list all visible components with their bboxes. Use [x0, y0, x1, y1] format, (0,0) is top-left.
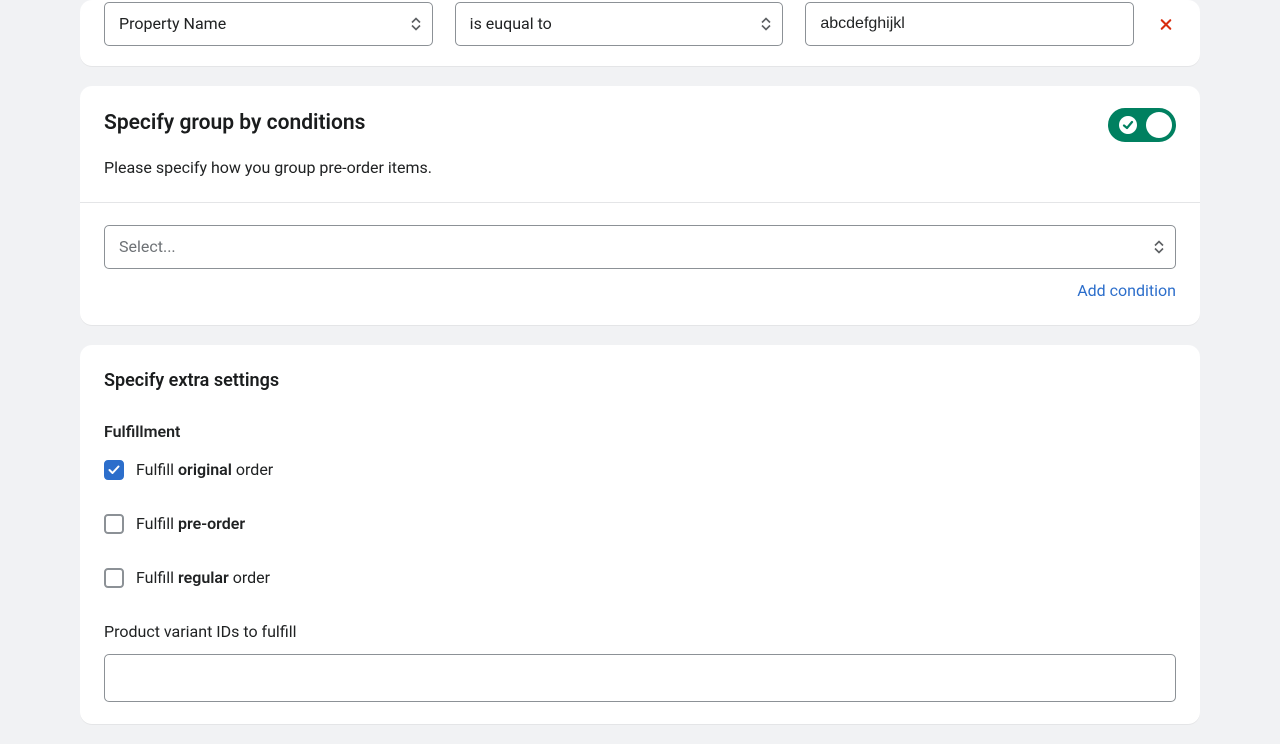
fulfill-original-label: Fulfill original order — [136, 458, 273, 482]
fulfill-preorder-label: Fulfill pre-order — [136, 512, 245, 536]
fulfill-original-row: Fulfill original order — [104, 458, 1176, 482]
group-by-description: Please specify how you group pre-order i… — [104, 156, 432, 180]
variant-ids-input[interactable] — [104, 654, 1176, 702]
remove-condition-button[interactable] — [1156, 14, 1176, 34]
close-icon — [1160, 17, 1172, 32]
extra-settings-card: Specify extra settings Fulfillment Fulfi… — [80, 345, 1200, 724]
toggle-knob — [1146, 112, 1172, 138]
add-condition-link[interactable]: Add condition — [1077, 281, 1176, 300]
filter-value-input[interactable] — [805, 2, 1134, 46]
fulfill-regular-label: Fulfill regular order — [136, 566, 270, 590]
filter-value-wrapper — [805, 2, 1134, 46]
filter-card: Property Name is euqual to — [80, 0, 1200, 66]
group-by-select[interactable]: Select... — [104, 225, 1176, 269]
check-icon — [108, 465, 120, 475]
fulfillment-label: Fulfillment — [104, 420, 1176, 444]
group-by-card: Specify group by conditions Please speci… — [80, 86, 1200, 325]
filter-row: Property Name is euqual to — [80, 2, 1200, 66]
filter-operator-select[interactable]: is euqual to — [455, 2, 784, 46]
filter-property-select[interactable]: Property Name — [104, 2, 433, 46]
fulfill-preorder-row: Fulfill pre-order — [104, 512, 1176, 536]
fulfill-regular-checkbox[interactable] — [104, 568, 124, 588]
variant-ids-label: Product variant IDs to fulfill — [104, 620, 1176, 644]
group-by-toggle[interactable] — [1108, 108, 1176, 142]
group-by-select-placeholder: Select... — [119, 237, 176, 256]
fulfill-preorder-checkbox[interactable] — [104, 514, 124, 534]
group-by-title: Specify group by conditions — [104, 108, 432, 140]
fulfill-original-checkbox[interactable] — [104, 460, 124, 480]
check-icon — [1118, 115, 1138, 135]
extra-settings-title: Specify extra settings — [104, 367, 1176, 394]
fulfill-regular-row: Fulfill regular order — [104, 566, 1176, 590]
